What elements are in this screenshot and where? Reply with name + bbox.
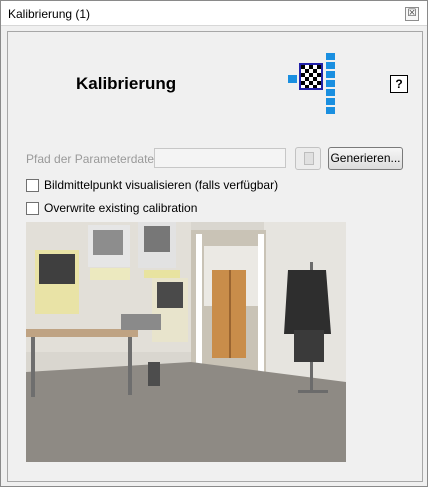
file-browse-icon xyxy=(304,152,314,165)
title-bar: Kalibrierung (1) ☒ xyxy=(1,1,427,26)
page-title: Kalibrierung xyxy=(76,74,177,93)
help-button[interactable]: ? xyxy=(390,75,408,93)
generate-button[interactable]: Generieren... xyxy=(328,147,403,170)
visualize-center-checkbox[interactable] xyxy=(26,179,39,192)
calibration-panel: Kalibrierung ? Pfad der Parameterdatei: … xyxy=(7,31,423,482)
parameter-file-label: Pfad der Parameterdatei: xyxy=(26,152,161,166)
overwrite-calibration-checkbox[interactable] xyxy=(26,202,39,215)
dialog-window: Kalibrierung (1) ☒ Kalibrierung ? Pfad d… xyxy=(0,0,428,487)
parameter-file-input[interactable] xyxy=(154,148,286,168)
visualize-center-label: Bildmittelpunkt visualisieren (falls ver… xyxy=(44,178,279,192)
browse-file-button[interactable] xyxy=(295,147,321,170)
camera-preview-image xyxy=(26,222,346,462)
close-button[interactable]: ☒ xyxy=(405,7,419,21)
window-title: Kalibrierung (1) xyxy=(8,7,91,21)
checkered-grid-logo-icon xyxy=(288,53,335,114)
overwrite-calibration-label: Overwrite existing calibration xyxy=(44,201,198,215)
